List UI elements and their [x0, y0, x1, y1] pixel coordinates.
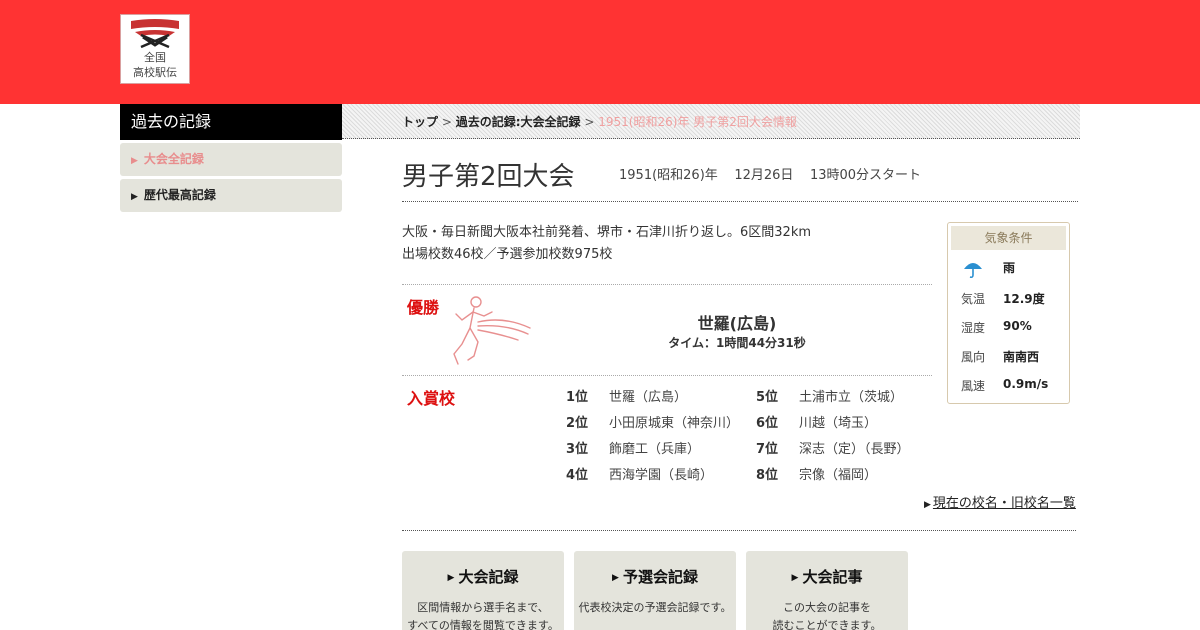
sidebar-item-label: 歴代最高記録 — [143, 188, 216, 202]
rank-school: 深志（定）（長野） — [799, 442, 910, 457]
triangle-right-icon: ▶ — [612, 573, 619, 583]
rank-school: 宗像（福岡） — [799, 468, 878, 483]
rank-number: 1位 — [566, 390, 589, 405]
triangle-right-icon: ▶ — [131, 156, 138, 166]
rank-number: 7位 — [756, 442, 779, 457]
site-header: 全国 高校駅伝 — [0, 0, 1200, 104]
triangle-right-icon: ▶ — [791, 573, 799, 583]
breadcrumb-separator: > — [584, 115, 595, 129]
rank-number: 4位 — [566, 468, 589, 483]
race-year: 1951(昭和26)年 — [619, 168, 718, 183]
rank-number: 5位 — [756, 390, 779, 405]
weather-value: 0.9m/s — [1003, 377, 1049, 391]
description-line: 大阪・毎日新聞大阪本社前発着、堺市・石津川折り返し。6区間32km — [402, 225, 812, 240]
weather-label: 気温 — [961, 292, 986, 306]
weather-condition-row: 雨 — [948, 259, 1069, 279]
breadcrumb: トップ > 過去の記録:大会全記録 > 1951(昭和26)年 男子第2回大会情… — [342, 104, 1080, 139]
breadcrumb-current: 1951(昭和26)年 男子第2回大会情報 — [598, 115, 797, 129]
divider — [402, 375, 932, 376]
breadcrumb-records-link[interactable]: 過去の記録:大会全記録 — [456, 115, 581, 129]
card-description: 代表校決定の予選会記録です。 — [574, 599, 736, 617]
runner-icon — [448, 294, 534, 376]
card-text-line: 読むことができます。 — [772, 619, 882, 630]
race-date: 12月26日 — [734, 168, 794, 183]
old-school-names-label: 現在の校名・旧校名一覧 — [932, 496, 1076, 511]
rank-school: 川越（埼玉） — [799, 416, 878, 431]
rank-school: 世羅（広島） — [609, 390, 688, 405]
card-text-line: この大会の記事を — [783, 601, 871, 614]
weather-value: 12.9度 — [1003, 292, 1045, 306]
weather-label: 風向 — [961, 350, 986, 364]
divider — [402, 201, 1078, 202]
weather-row: 風向 南南西 — [948, 348, 1069, 368]
umbrella-icon — [963, 259, 983, 282]
card-title: 大会記録 — [458, 568, 519, 586]
description-line: 出場校数46校／予選参加校数975校 — [402, 247, 613, 262]
weather-row: 気温 12.9度 — [948, 290, 1069, 310]
weather-label: 湿度 — [961, 321, 986, 335]
old-school-names-link[interactable]: ▶ 現在の校名・旧校名一覧 — [924, 492, 1076, 511]
sidebar-item-best-records[interactable]: ▶ 歴代最高記録 — [120, 179, 342, 212]
page-title: 男子第2回大会 — [402, 162, 575, 192]
weather-row: 湿度 90% — [948, 319, 1069, 339]
triangle-right-icon: ▶ — [447, 573, 455, 583]
triangle-right-icon: ▶ — [924, 500, 931, 510]
weather-label: 風速 — [961, 379, 986, 393]
weather-panel: 気象条件 雨 気温 12.9度 湿度 90% 風向 南南西 風速 0.9m/s — [947, 222, 1070, 404]
card-qualifier-records[interactable]: ▶ 予選会記録 代表校決定の予選会記録です。 — [574, 551, 736, 630]
rank-school: 土浦市立（茨城） — [799, 390, 904, 405]
weather-value: 南南西 — [1003, 350, 1040, 364]
race-start-time: 13時00分スタート — [809, 168, 922, 183]
weather-title: 気象条件 — [951, 226, 1066, 250]
sidebar-item-all-records[interactable]: ▶ 大会全記録 — [120, 143, 342, 176]
race-description: 大阪・毎日新聞大阪本社前発着、堺市・石津川折り返し。6区間32km 出場校数46… — [402, 222, 811, 266]
prize-schools-label: 入賞校 — [407, 389, 456, 408]
logo-line-1: 全国 — [144, 51, 166, 64]
weather-condition: 雨 — [1003, 261, 1016, 275]
card-race-records[interactable]: ▶ 大会記録 区間情報から選手名まで、 すべての情報を閲覧できます。 — [402, 551, 564, 630]
card-text-line: 代表校決定の予選会記録です。 — [578, 601, 732, 614]
winner-school: 世羅(広島) — [697, 314, 777, 333]
sidebar-title: 過去の記録 — [120, 104, 342, 140]
card-text-line: すべての情報を閲覧できます。 — [407, 619, 559, 630]
rank-number: 6位 — [756, 416, 779, 431]
rank-school: 小田原城東（神奈川） — [609, 416, 740, 431]
card-text-line: 区間情報から選手名まで、 — [417, 601, 549, 614]
weather-value: 90% — [1003, 319, 1032, 333]
triangle-right-icon: ▶ — [131, 192, 138, 202]
card-description: この大会の記事を 読むことができます。 — [746, 599, 908, 630]
weather-row: 風速 0.9m/s — [948, 377, 1069, 397]
card-title: 予選会記録 — [622, 568, 698, 586]
winner-label: 優勝 — [407, 298, 440, 317]
winner-time: タイム：1時間44分31秒 — [668, 336, 806, 350]
rank-number: 8位 — [756, 468, 779, 483]
race-date-info: 1951(昭和26)年 12月26日 13時00分スタート — [619, 164, 921, 183]
breadcrumb-separator: > — [441, 115, 452, 129]
card-title: 大会記事 — [802, 568, 863, 586]
breadcrumb-top-link[interactable]: トップ — [402, 115, 438, 129]
sidebar-item-label: 大会全記録 — [143, 152, 204, 166]
divider — [402, 284, 932, 285]
rank-school: 西海学園（長崎） — [609, 468, 714, 483]
rank-school: 飾磨工（兵庫） — [609, 442, 701, 457]
logo-text: 全国 高校駅伝 — [121, 50, 189, 80]
rank-number: 3位 — [566, 442, 589, 457]
logo-mark-icon — [131, 19, 179, 49]
card-description: 区間情報から選手名まで、 すべての情報を閲覧できます。 — [402, 599, 564, 630]
rank-number: 2位 — [566, 416, 589, 431]
card-race-articles[interactable]: ▶ 大会記事 この大会の記事を 読むことができます。 — [746, 551, 908, 630]
divider — [402, 530, 1076, 531]
logo-line-2: 高校駅伝 — [133, 66, 177, 79]
site-logo[interactable]: 全国 高校駅伝 — [120, 14, 190, 84]
